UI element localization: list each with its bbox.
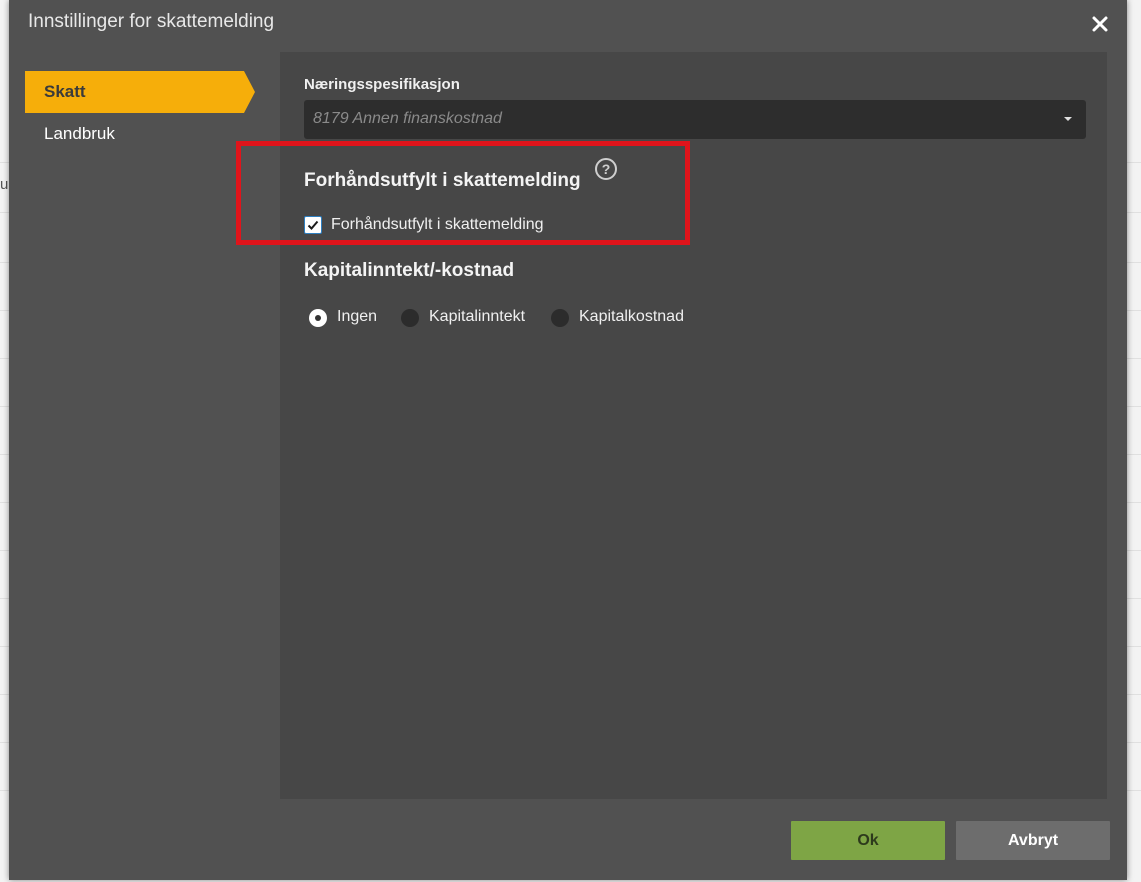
background-text-fragment: u [0, 176, 9, 193]
cancel-button[interactable]: Avbryt [956, 821, 1110, 860]
sidebar-item-landbruk[interactable]: Landbruk [25, 113, 265, 155]
sidebar-item-label: Skatt [44, 82, 86, 101]
radio-checked-icon [309, 309, 327, 327]
close-icon[interactable] [1089, 13, 1111, 35]
caret-down-icon [1064, 117, 1072, 121]
radio-label: Kapitalkostnad [579, 308, 684, 325]
naeringsspesifikasjon-select[interactable]: 8179 Annen finanskostnad [304, 100, 1086, 139]
sidebar-item-label: Landbruk [44, 124, 115, 143]
ok-button[interactable]: Ok [791, 821, 945, 860]
radio-unchecked-icon [401, 309, 419, 327]
radio-label: Kapitalinntekt [429, 308, 526, 325]
settings-sidebar: Skatt Landbruk [25, 71, 265, 155]
naeringsspesifikasjon-label: Næringsspesifikasjon [304, 76, 460, 93]
dialog-title: Innstillinger for skattemelding [28, 11, 275, 32]
sidebar-item-skatt[interactable]: Skatt [25, 71, 255, 113]
radio-label: Ingen [337, 308, 378, 325]
radio-unchecked-icon [551, 309, 569, 327]
settings-dialog: Innstillinger for skattemelding Skatt La… [9, 0, 1127, 880]
select-value: 8179 Annen finanskostnad [313, 110, 502, 127]
highlight-annotation [236, 141, 690, 245]
kapital-heading: Kapitalinntekt/-kostnad [304, 260, 515, 281]
